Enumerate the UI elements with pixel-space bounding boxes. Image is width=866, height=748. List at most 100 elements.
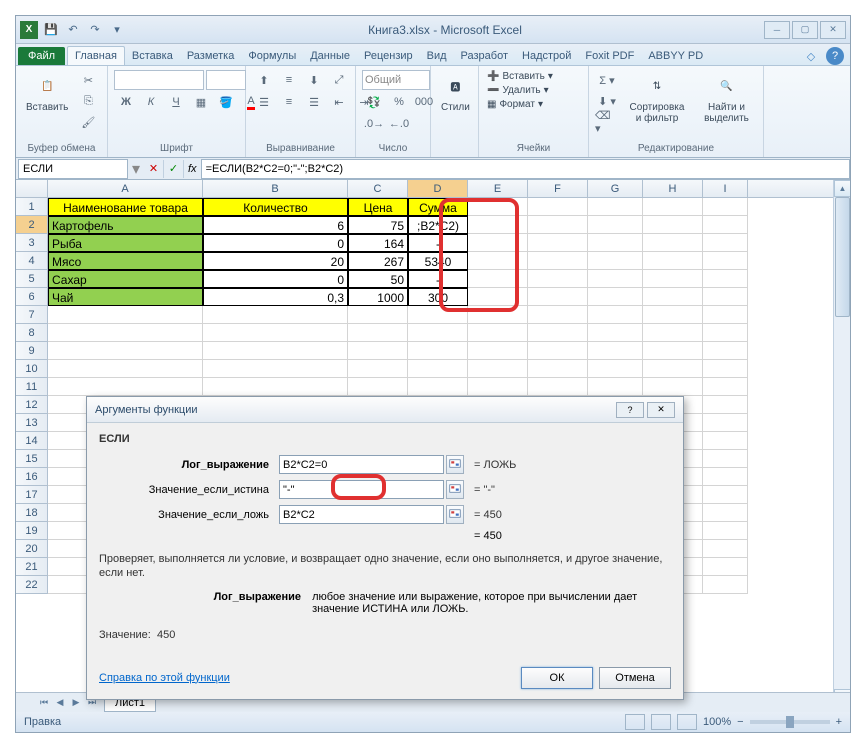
cell[interactable]: Сумма	[408, 198, 468, 216]
clear-icon[interactable]: ⌫ ▾	[595, 112, 619, 132]
sort-filter-button[interactable]: ⇅ Сортировка и фильтр	[623, 70, 691, 126]
qat-dropdown-icon[interactable]: ▾	[108, 21, 126, 39]
cell[interactable]	[643, 378, 703, 396]
dialog-title-bar[interactable]: Аргументы функции ? ✕	[87, 397, 683, 423]
cell[interactable]	[703, 288, 748, 306]
row-header[interactable]: 5	[16, 270, 48, 288]
cell[interactable]: Чай	[48, 288, 203, 306]
cell[interactable]	[643, 252, 703, 270]
cell[interactable]	[468, 324, 528, 342]
cell[interactable]	[703, 558, 748, 576]
cell[interactable]	[468, 306, 528, 324]
column-header-H[interactable]: H	[643, 180, 703, 197]
view-tab[interactable]: Вид	[420, 47, 454, 65]
delete-cells-button[interactable]: ➖Удалить ▾	[485, 84, 551, 97]
minimize-ribbon-icon[interactable]: ◇	[802, 47, 820, 65]
range-picker-icon[interactable]	[446, 480, 464, 499]
cancel-button[interactable]: Отмена	[599, 667, 671, 689]
currency-icon[interactable]: 💱	[362, 92, 386, 112]
row-header[interactable]: 22	[16, 576, 48, 594]
fx-icon[interactable]: fx	[184, 163, 201, 175]
row-header[interactable]: 12	[16, 396, 48, 414]
cell[interactable]	[703, 270, 748, 288]
cell[interactable]	[408, 324, 468, 342]
cell[interactable]	[703, 540, 748, 558]
dialog-close-button[interactable]: ✕	[647, 402, 675, 418]
cell[interactable]	[528, 324, 588, 342]
cell[interactable]	[588, 324, 643, 342]
cell[interactable]	[703, 522, 748, 540]
cell[interactable]	[48, 306, 203, 324]
cell[interactable]	[703, 216, 748, 234]
cell[interactable]	[703, 378, 748, 396]
indent-decrease-icon[interactable]: ⇤	[327, 92, 351, 112]
close-button[interactable]: ✕	[820, 21, 846, 39]
arg-input-2[interactable]	[279, 505, 444, 524]
cell[interactable]	[588, 234, 643, 252]
row-header[interactable]: 4	[16, 252, 48, 270]
cell[interactable]	[203, 342, 348, 360]
row-header[interactable]: 3	[16, 234, 48, 252]
cell[interactable]	[528, 306, 588, 324]
cell[interactable]	[48, 342, 203, 360]
row-header[interactable]: 16	[16, 468, 48, 486]
cell[interactable]	[643, 360, 703, 378]
cell[interactable]	[528, 360, 588, 378]
column-header-B[interactable]: B	[203, 180, 348, 197]
cut-icon[interactable]: ✂	[76, 70, 100, 90]
zoom-slider[interactable]	[750, 720, 830, 724]
cell[interactable]: Сахар	[48, 270, 203, 288]
foxit-tab[interactable]: Foxit PDF	[578, 47, 641, 65]
cell[interactable]: Наименование товара	[48, 198, 203, 216]
name-box[interactable]: ЕСЛИ	[18, 159, 128, 179]
underline-button[interactable]: Ч	[164, 92, 188, 112]
cell[interactable]	[528, 270, 588, 288]
review-tab[interactable]: Рецензир	[357, 47, 420, 65]
percent-icon[interactable]: %	[387, 92, 411, 112]
save-icon[interactable]: 💾	[42, 21, 60, 39]
minimize-button[interactable]: ─	[764, 21, 790, 39]
font-select[interactable]	[114, 70, 204, 90]
cell[interactable]: ;B2*C2)	[408, 216, 468, 234]
cell[interactable]	[703, 234, 748, 252]
enter-formula-button[interactable]: ✓	[164, 160, 184, 178]
cell[interactable]	[588, 270, 643, 288]
formulas-tab[interactable]: Формулы	[241, 47, 303, 65]
align-center-icon[interactable]: ≡	[277, 92, 301, 112]
number-format-select[interactable]	[362, 70, 430, 90]
font-size-select[interactable]	[206, 70, 246, 90]
cell[interactable]: 267	[348, 252, 408, 270]
arg-input-0[interactable]	[279, 455, 444, 474]
select-all-corner[interactable]	[16, 180, 48, 197]
cell[interactable]	[348, 342, 408, 360]
undo-icon[interactable]: ↶	[64, 21, 82, 39]
cell[interactable]: Цена	[348, 198, 408, 216]
cell[interactable]	[643, 288, 703, 306]
cancel-formula-button[interactable]: ✕	[144, 160, 164, 178]
cell[interactable]	[703, 486, 748, 504]
cell[interactable]	[703, 306, 748, 324]
row-header[interactable]: 19	[16, 522, 48, 540]
cell[interactable]	[348, 378, 408, 396]
developer-tab[interactable]: Разработ	[454, 47, 515, 65]
row-header[interactable]: 2	[16, 216, 48, 234]
cell[interactable]: -	[408, 270, 468, 288]
cell[interactable]	[643, 306, 703, 324]
align-top-icon[interactable]: ⬆	[252, 70, 276, 90]
cell[interactable]	[703, 324, 748, 342]
first-sheet-icon[interactable]: ⏮	[36, 695, 52, 711]
formula-input[interactable]: =ЕСЛИ(B2*C2=0;"-";B2*C2)	[201, 159, 850, 179]
cell[interactable]	[528, 216, 588, 234]
align-middle-icon[interactable]: ≡	[277, 70, 301, 90]
row-header[interactable]: 21	[16, 558, 48, 576]
cell[interactable]	[703, 468, 748, 486]
scroll-thumb[interactable]	[835, 197, 850, 317]
orientation-icon[interactable]: ⤢	[327, 70, 351, 90]
cell[interactable]: 164	[348, 234, 408, 252]
cell[interactable]: Рыба	[48, 234, 203, 252]
cell[interactable]	[408, 378, 468, 396]
column-header-I[interactable]: I	[703, 180, 748, 197]
page-layout-view-icon[interactable]	[651, 714, 671, 730]
cell[interactable]	[588, 360, 643, 378]
fill-icon[interactable]: ⬇ ▾	[595, 91, 619, 111]
